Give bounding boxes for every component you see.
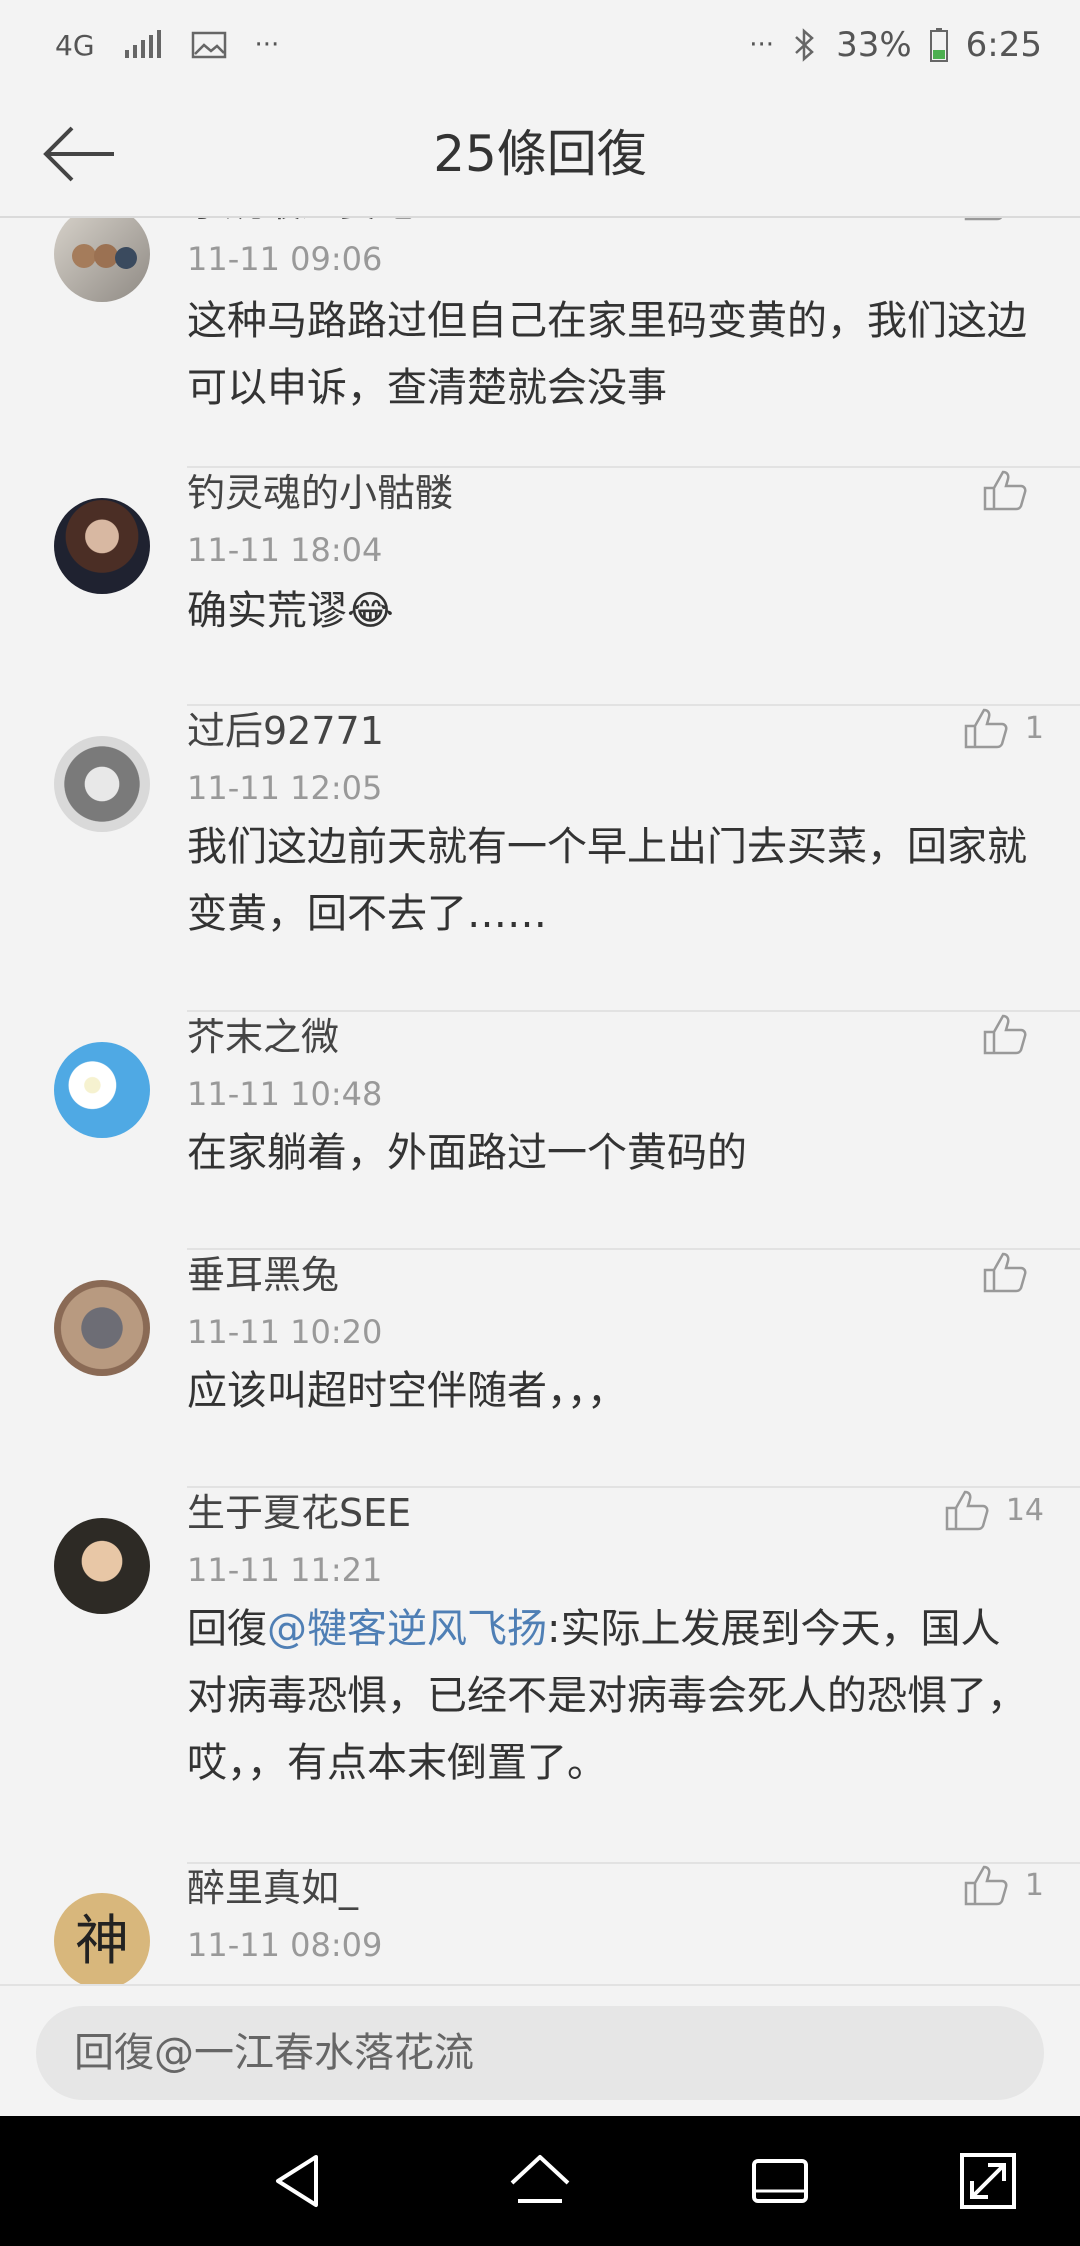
nav-home-button[interactable] (508, 2149, 572, 2213)
nav-expand-icon (960, 2153, 1016, 2209)
comment-username[interactable]: 垂耳黑兔 (187, 1250, 339, 1300)
battery-icon (929, 28, 948, 62)
thumb-up-icon (945, 1490, 989, 1531)
more-status: ··· (749, 30, 775, 60)
comment-body: 确实荒谬😂 (187, 588, 394, 634)
thumb-up-icon (964, 218, 1003, 221)
network-type: 4G (55, 28, 95, 62)
comment-time: 11-11 09:06 (187, 240, 383, 278)
signal-icon (124, 30, 161, 58)
avatar[interactable] (54, 736, 150, 832)
comment-username[interactable]: 醉里真如_ (187, 1863, 358, 1913)
status-bar: 4G ··· ··· 33% 6:25 (0, 0, 1080, 90)
like-button[interactable]: 1 (963, 706, 1044, 750)
comment-time: 11-11 12:05 (187, 769, 383, 807)
thumb-up-icon (964, 1865, 1008, 1906)
thumb-up-icon (964, 708, 1008, 749)
like-count: 14 (1005, 1492, 1044, 1528)
clock: 6:25 (965, 25, 1042, 65)
image-icon (191, 31, 226, 59)
avatar-glyph: 神 (75, 1909, 129, 1972)
comment-username[interactable]: 钓灵魂的小骷髅 (187, 468, 453, 518)
nav-expand-button[interactable] (956, 2149, 1020, 2213)
like-button[interactable]: 14 (944, 1488, 1044, 1532)
reply-input[interactable] (36, 2006, 1044, 2100)
comment-username[interactable]: 生于夏花SEE (187, 1488, 411, 1538)
more-notifications: ··· (254, 30, 280, 60)
comment-body: 在家躺着，外面路过一个黄码的 (187, 1130, 747, 1176)
like-button[interactable] (982, 468, 1044, 512)
avatar[interactable] (54, 1280, 150, 1376)
top-bar: 25條回復 (0, 90, 1080, 218)
like-button[interactable] (982, 1012, 1044, 1056)
like-count: 1 (1024, 710, 1044, 746)
thumb-up-icon (983, 1014, 1027, 1055)
system-nav-bar (0, 2116, 1080, 2246)
comment-time: 11-11 10:48 (187, 1075, 383, 1113)
thumb-up-icon (983, 1252, 1027, 1293)
like-button[interactable]: 1 (963, 218, 1044, 222)
comment-time: 11-11 08:09 (187, 1926, 383, 1964)
comment-time: 11-11 10:20 (187, 1313, 383, 1351)
comment-body: 应该叫超时空伴随者，，， (187, 1368, 627, 1414)
comment-username[interactable]: 芥末之微 (187, 1012, 339, 1062)
reply-bar (0, 1984, 1080, 2116)
avatar[interactable] (54, 1518, 150, 1614)
avatar[interactable] (54, 498, 150, 594)
comment-username[interactable]: 小婉最近要吃土 (187, 218, 453, 228)
nav-recents-icon (752, 2159, 808, 2203)
comment-body: 我们这边前天就有一个早上出门去买菜，回家就变黄，回不去了…… (187, 824, 1027, 937)
like-count: 1 (1024, 1867, 1044, 1903)
page-title: 25條回復 (433, 125, 647, 183)
like-button[interactable]: 1 (963, 1863, 1044, 1907)
avatar[interactable] (54, 1042, 150, 1138)
avatar[interactable] (54, 218, 150, 302)
comment-body: 这种马路路过但自己在家里码变黄的，我们这边可以申诉，查清楚就会没事 (187, 298, 1027, 411)
nav-recents-button[interactable] (748, 2149, 812, 2213)
comment-time: 11-11 11:21 (187, 1551, 383, 1589)
reply-prefix: 回復 (187, 1606, 267, 1652)
comment-list[interactable]: 小婉最近要吃土 1 11-11 09:06 这种马路路过但自己在家里码变黄的，我… (0, 218, 1080, 1984)
like-button[interactable] (982, 1250, 1044, 1294)
nav-home-icon (510, 2155, 570, 2203)
battery-percent: 33% (836, 25, 912, 65)
comment-body: 回復@犍客逆风飞扬:实际上发展到今天，国人对病毒恐惧，已经不是对病毒会死人的恐惧… (187, 1596, 1037, 1797)
comment-time: 11-11 18:04 (187, 531, 383, 569)
nav-back-icon (276, 2155, 318, 2207)
comment-username[interactable]: 过后92771 (187, 706, 384, 756)
bluetooth-icon (795, 28, 814, 62)
avatar[interactable]: 神 (54, 1893, 150, 1984)
nav-back-button[interactable] (266, 2149, 330, 2213)
mention-link[interactable]: @犍客逆风飞扬 (267, 1606, 547, 1652)
thumb-up-icon (983, 470, 1027, 511)
